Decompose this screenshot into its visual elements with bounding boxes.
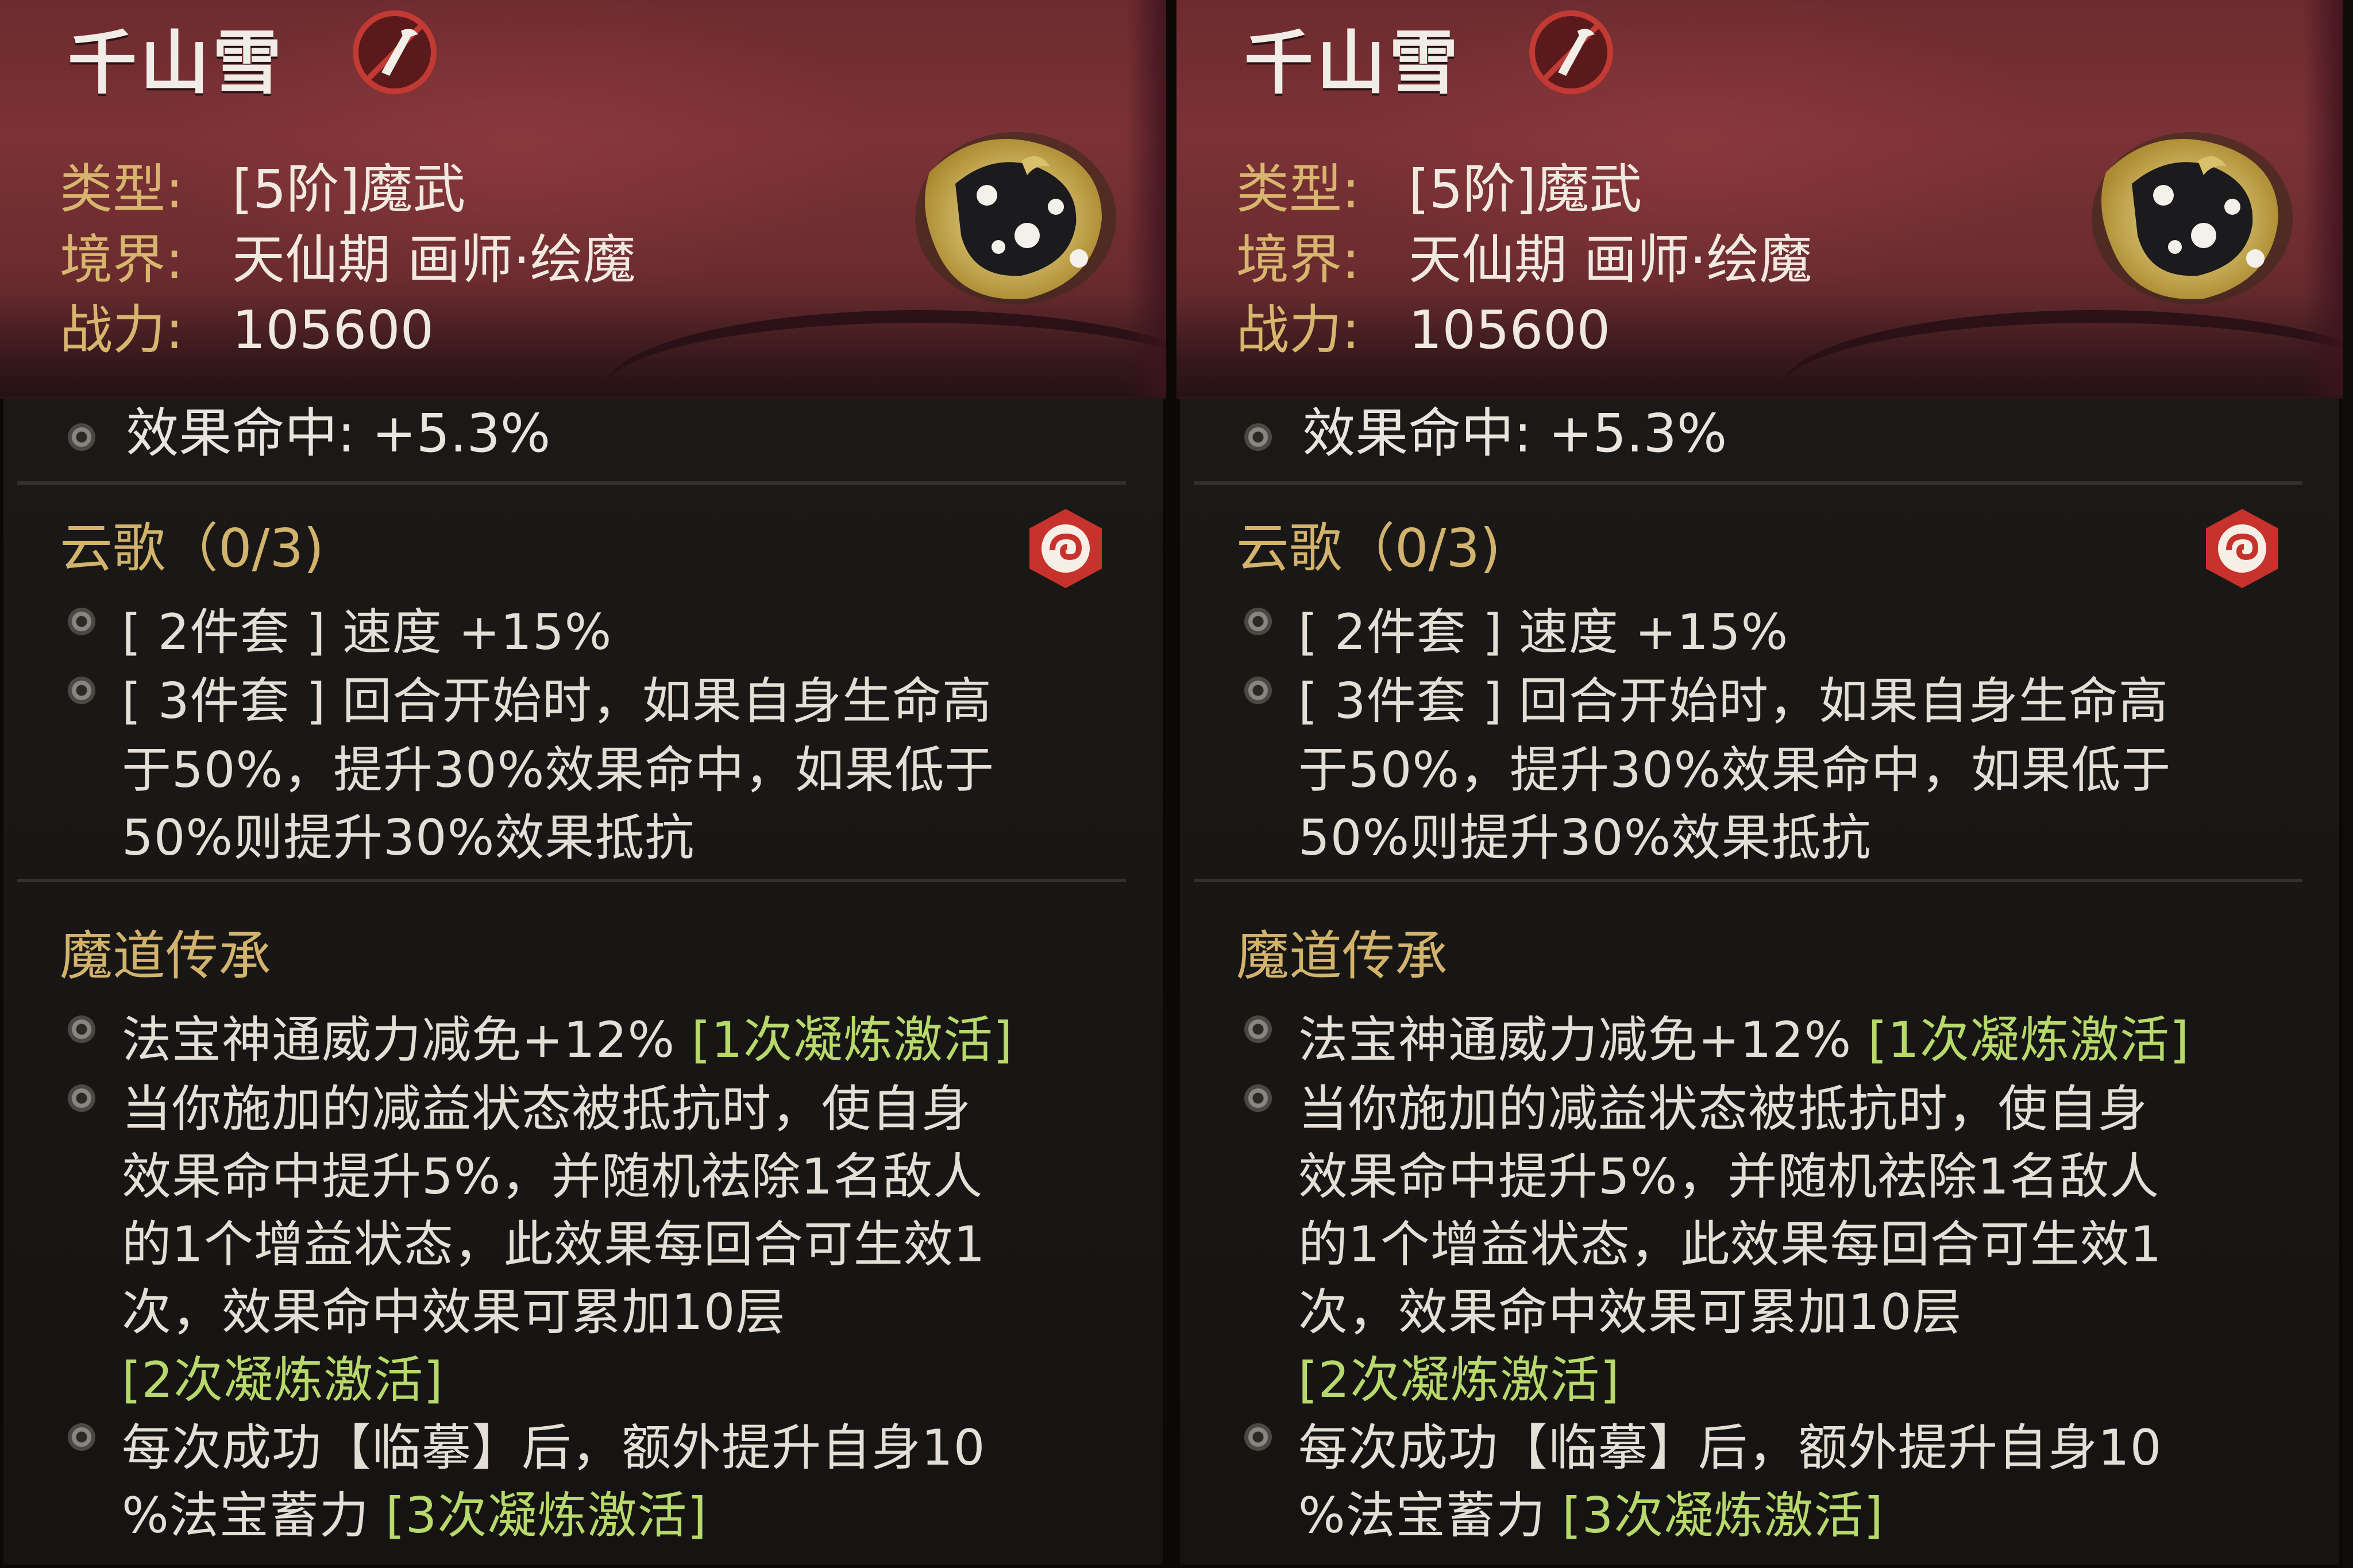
item-header: 千山雪 类型: [5阶]魔武 境界: 天仙期 画师·绘魔 战力: 105600 [0,0,1166,399]
stat-effect-hit: 效果命中: +5.3% [1244,391,1727,467]
rune-bullet-icon [68,423,95,451]
type-value: [5阶]魔武 [1409,159,1642,220]
legacy-effect-2-line4: 次，效果命中效果可累加10层 [1298,1284,1962,1341]
item-header: 千山雪 类型: [5阶]魔武 境界: 天仙期 画师·绘魔 战力: 105600 [1176,0,2343,399]
item-title: 千山雪 [68,24,285,103]
legacy-effect-1-text: 法宝神通威力减免+12% [1298,1011,1868,1069]
power-label: 战力: [1236,299,1360,361]
rune-bullet-icon [68,608,95,635]
legacy-effect-1: 法宝神通威力减免+12% [1次凝炼激活] [1298,999,2189,1071]
legacy-title: 魔道传承 [1236,925,1448,987]
divider [17,879,1126,882]
rune-bullet-icon [1244,423,1272,451]
type-label: 类型: [60,159,183,220]
stat-text: 效果命中: +5.3% [1302,403,1727,464]
rune-bullet-icon [68,1015,95,1043]
realm-row: 境界: 天仙期 画师·绘魔 [60,217,636,293]
legacy-effect-3-text: %法宝蓄力 [1298,1487,1563,1544]
set-bonus-3-line1: [ 3件套 ] 回合开始时，如果自身生命高 [1298,673,2169,730]
screenshot-stage: 千山雪 类型: [5阶]魔武 境界: 天仙期 画师·绘魔 战力: 105600 [0,0,2353,1568]
activation-tag: [2次凝炼激活] [1298,1339,1620,1411]
frame-edge [1126,0,1166,396]
rune-bullet-icon [68,677,95,704]
set-bonus-3-line2: 于50%，提升30%效果命中，如果低于 [122,741,995,799]
set-bonus-2: [ 2件套 ] 速度 +15% [122,604,612,661]
legacy-title: 魔道传承 [60,925,272,987]
rune-bullet-icon [68,1084,95,1112]
legacy-effect-2-line1: 当你施加的减益状态被抵抗时，使自身 [1298,1080,2148,1138]
legacy-effect-3-line2: %法宝蓄力 [3次凝炼激活] [1298,1475,1884,1547]
legacy-effect-3-text: %法宝蓄力 [122,1487,386,1544]
activation-tag: [1次凝炼激活] [1868,1011,2190,1069]
power-row: 战力: 105600 [1236,287,1610,364]
type-row: 类型: [5阶]魔武 [1236,146,1642,223]
stat-text: 效果命中: +5.3% [126,403,551,464]
cloud-set-badge-icon [1029,509,1102,588]
activation-tag: [1次凝炼激活] [691,1011,1013,1069]
realm-row: 境界: 天仙期 画师·绘魔 [1236,217,1812,293]
legacy-effect-1-text: 法宝神通威力减免+12% [122,1011,692,1069]
rune-bullet-icon [1244,677,1272,704]
power-row: 战力: 105600 [60,287,434,364]
legacy-effect-3-line2: %法宝蓄力 [3次凝炼激活] [122,1475,707,1547]
panel-divider [1166,0,1176,1568]
activation-tag-text: [2次凝炼激活] [122,1351,443,1409]
set-bonus-3-line2: 于50%，提升30%效果命中，如果低于 [1298,741,2171,799]
legacy-effect-3-line1: 每次成功【临摹】后，额外提升自身10 [122,1419,986,1477]
rune-bullet-icon [1244,608,1272,635]
legacy-effect-2-line3: 的1个增益状态，此效果每回合可生效1 [122,1216,986,1273]
item-tooltip-panel-left: 千山雪 类型: [5阶]魔武 境界: 天仙期 画师·绘魔 战力: 105600 [0,0,1166,1568]
power-value: 105600 [232,299,434,361]
stat-effect-hit: 效果命中: +5.3% [68,391,550,467]
rune-bullet-icon [1244,1084,1272,1112]
ornate-artifact-icon [915,132,1116,304]
rune-bullet-icon [68,1423,95,1451]
set-bonus-2: [ 2件套 ] 速度 +15% [1298,604,1789,661]
set-bonus-3-line1: [ 3件套 ] 回合开始时，如果自身生命高 [122,673,992,730]
legacy-effect-2-line4: 次，效果命中效果可累加10层 [122,1284,786,1341]
legacy-effect-2-line3: 的1个增益状态，此效果每回合可生效1 [1298,1216,2162,1273]
set-bonus-3-line3: 50%则提升30%效果抵抗 [122,809,695,867]
realm-value: 天仙期 画师·绘魔 [232,229,636,291]
ornate-artifact-icon [2092,132,2293,304]
divider [1194,879,2302,882]
power-label: 战力: [60,299,183,361]
frame-edge [2302,0,2343,396]
set-bonus-3-line3: 50%则提升30%效果抵抗 [1298,809,1872,867]
power-value: 105600 [1409,299,1611,361]
divider [17,481,1126,485]
set-title: 云歌（0/3) [1236,517,1500,579]
item-tooltip-panel-right: 千山雪 类型: [5阶]魔武 境界: 天仙期 画师·绘魔 战力: 105600 [1176,0,2343,1568]
type-label: 类型: [1236,159,1360,220]
legacy-effect-2-line2: 效果命中提升5%，并随机祛除1名敌人 [122,1148,983,1206]
rune-bullet-icon [1244,1015,1272,1043]
item-title: 千山雪 [1244,24,1461,103]
forbidden-quill-icon [353,10,437,94]
legacy-effect-2-line1: 当你施加的减益状态被抵抗时，使自身 [122,1080,971,1138]
activation-tag-text: [2次凝炼激活] [1298,1351,1620,1409]
type-row: 类型: [5阶]魔武 [60,146,465,223]
activation-tag: [3次凝炼激活] [1562,1487,1884,1544]
forbidden-quill-icon [1529,10,1613,94]
realm-label: 境界: [60,229,183,291]
divider [1194,481,2302,485]
realm-value: 天仙期 画师·绘魔 [1409,229,1812,291]
realm-label: 境界: [1236,229,1360,291]
set-title: 云歌（0/3) [60,517,324,579]
legacy-effect-3-line1: 每次成功【临摹】后，额外提升自身10 [1298,1419,2162,1477]
legacy-effect-1: 法宝神通威力减免+12% [1次凝炼激活] [122,999,1013,1071]
type-value: [5阶]魔武 [232,159,466,220]
activation-tag: [3次凝炼激活] [385,1487,707,1544]
activation-tag: [2次凝炼激活] [122,1339,443,1411]
rune-bullet-icon [1244,1423,1272,1451]
cloud-set-badge-icon [2206,509,2278,588]
legacy-effect-2-line2: 效果命中提升5%，并随机祛除1名敌人 [1298,1148,2160,1206]
